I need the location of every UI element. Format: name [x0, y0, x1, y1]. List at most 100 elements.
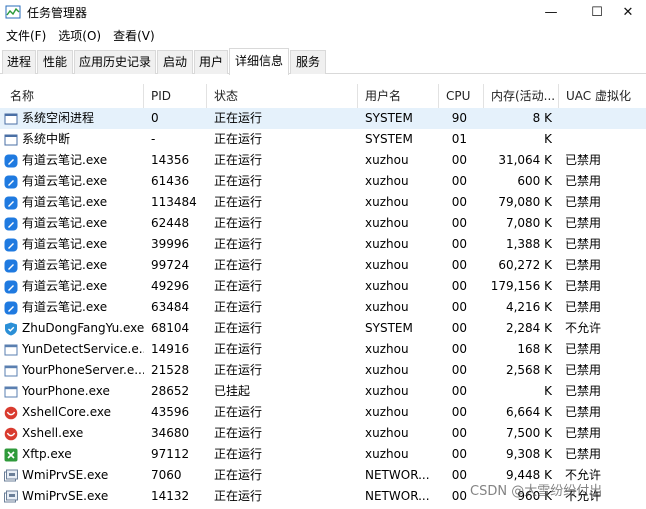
- process-status: 正在运行: [214, 468, 263, 482]
- process-username: xuzhou: [365, 363, 409, 377]
- app-window-icon: [4, 343, 18, 357]
- watermark: CSDN @大雪纷纷付出: [470, 484, 603, 499]
- process-uac: 已禁用: [565, 405, 602, 419]
- table-row[interactable]: 有道云笔记.exe 49296 正在运行 xuzhou 00 179,156 K 已禁用: [0, 276, 646, 297]
- process-status: 正在运行: [214, 363, 263, 377]
- process-name-cell: ZhuDongFangYu.exe: [4, 318, 144, 339]
- column-header-cpu[interactable]: CPU: [440, 84, 484, 108]
- process-cpu: 00: [451, 300, 467, 314]
- process-cpu: 00: [451, 279, 467, 293]
- process-name-cell: 有道云笔记.exe: [4, 234, 144, 255]
- column-header-memory[interactable]: 内存(活动...: [485, 84, 559, 108]
- process-username: SYSTEM: [365, 321, 413, 335]
- task-manager-icon: [5, 4, 21, 20]
- process-status: 正在运行: [214, 195, 263, 209]
- table-row[interactable]: YourPhoneServer.e... 21528 正在运行 xuzhou 00 2,5…: [0, 360, 646, 381]
- table-row[interactable]: XshellCore.exe 43596 正在运行 xuzhou 00 6,664 K 已禁…: [0, 402, 646, 423]
- minimize-button[interactable]: —: [528, 0, 574, 24]
- process-name: 有道云笔记.exe: [22, 216, 108, 230]
- process-name-cell: 有道云笔记.exe: [4, 276, 144, 297]
- process-cpu: 00: [451, 216, 467, 230]
- table-header: 名称 PID 状态 用户名 CPU 内存(活动... UAC 虚拟化: [0, 84, 646, 108]
- process-username: xuzhou: [365, 195, 409, 209]
- process-username: NETWOR...: [365, 468, 430, 482]
- process-pid: 34680: [151, 426, 190, 440]
- process-name: YourPhoneServer.e...: [22, 363, 144, 377]
- table-row[interactable]: Xshell.exe 34680 正在运行 xuzhou 00 7,500 K 已禁用: [0, 423, 646, 444]
- column-header-name[interactable]: 名称: [4, 84, 144, 108]
- close-button[interactable]: ✕: [610, 0, 646, 24]
- table-row[interactable]: YunDetectService.e... 14916 正在运行 xuzhou 00 16…: [0, 339, 646, 360]
- process-pid: 61436: [151, 174, 190, 188]
- process-name: 有道云笔记.exe: [22, 195, 108, 209]
- table-row[interactable]: 有道云笔记.exe 39996 正在运行 xuzhou 00 1,388 K 已禁用: [0, 234, 646, 255]
- process-name: 系统空闲进程: [22, 111, 95, 125]
- process-uac: 已禁用: [565, 237, 602, 251]
- process-pid: 49296: [151, 279, 190, 293]
- process-cpu: 00: [451, 195, 467, 209]
- process-pid: 113484: [151, 195, 197, 209]
- youdao-note-icon: [4, 175, 18, 189]
- process-username: xuzhou: [365, 405, 409, 419]
- wmi-icon: [4, 490, 18, 504]
- process-name: 有道云笔记.exe: [22, 237, 108, 251]
- xshell-icon: [4, 427, 18, 441]
- tab-app-history[interactable]: 应用历史记录: [74, 50, 156, 74]
- menu-view[interactable]: 查看(V): [107, 26, 161, 46]
- process-status: 正在运行: [214, 216, 263, 230]
- process-status: 正在运行: [214, 300, 263, 314]
- table-row[interactable]: 有道云笔记.exe 61436 正在运行 xuzhou 00 600 K 已禁用: [0, 171, 646, 192]
- table-row[interactable]: Xftp.exe 97112 正在运行 xuzhou 00 9,308 K 已禁用: [0, 444, 646, 465]
- column-header-pid[interactable]: PID: [145, 84, 207, 108]
- table-row[interactable]: 有道云笔记.exe 62448 正在运行 xuzhou 00 7,080 K 已禁用: [0, 213, 646, 234]
- process-memory: 79,080 K: [498, 195, 552, 209]
- table-row[interactable]: 有道云笔记.exe 14356 正在运行 xuzhou 00 31,064 K 已禁用: [0, 150, 646, 171]
- table-row[interactable]: ZhuDongFangYu.exe 68104 正在运行 SYSTEM 00 2,284 …: [0, 318, 646, 339]
- process-status: 正在运行: [214, 342, 263, 356]
- process-status: 正在运行: [214, 489, 263, 503]
- table-row[interactable]: 有道云笔记.exe 113484 正在运行 xuzhou 00 79,080 K 已禁用: [0, 192, 646, 213]
- tab-performance[interactable]: 性能: [37, 50, 73, 74]
- process-pid: 63484: [151, 300, 190, 314]
- process-name-cell: Xshell.exe: [4, 423, 144, 444]
- table-row[interactable]: 有道云笔记.exe 63484 正在运行 xuzhou 00 4,216 K 已禁用: [0, 297, 646, 318]
- tab-processes[interactable]: 进程: [2, 50, 36, 74]
- process-cpu: 00: [451, 384, 467, 398]
- process-memory: 600 K: [517, 174, 552, 188]
- youdao-note-icon: [4, 238, 18, 252]
- window-title: 任务管理器: [27, 5, 88, 20]
- process-memory: 2,284 K: [505, 321, 552, 335]
- menu-file[interactable]: 文件(F): [0, 26, 52, 46]
- column-header-status[interactable]: 状态: [208, 84, 358, 108]
- process-name-cell: 有道云笔记.exe: [4, 171, 144, 192]
- table-row[interactable]: 有道云笔记.exe 99724 正在运行 xuzhou 00 60,272 K 已禁用: [0, 255, 646, 276]
- process-cpu: 00: [451, 342, 467, 356]
- process-uac: 已禁用: [565, 342, 602, 356]
- process-name: 有道云笔记.exe: [22, 174, 108, 188]
- process-uac: [565, 108, 645, 129]
- tab-users[interactable]: 用户: [194, 50, 228, 74]
- process-status: 已挂起: [214, 384, 251, 398]
- process-status: 正在运行: [214, 426, 263, 440]
- table-row[interactable]: YourPhone.exe 28652 已挂起 xuzhou 00 K 已禁用: [0, 381, 646, 402]
- tab-startup[interactable]: 启动: [157, 50, 193, 74]
- tab-services[interactable]: 服务: [290, 50, 326, 74]
- tab-details[interactable]: 详细信息: [229, 48, 289, 75]
- table-row[interactable]: 系统空闲进程 0 正在运行 SYSTEM 90 8 K: [0, 108, 646, 129]
- column-header-uac[interactable]: UAC 虚拟化: [560, 84, 646, 108]
- process-memory: 168 K: [517, 342, 552, 356]
- process-uac: 已禁用: [565, 153, 602, 167]
- process-pid: 97112: [151, 447, 190, 461]
- table-row[interactable]: 系统中断 - 正在运行 SYSTEM 01 K: [0, 129, 646, 150]
- process-uac: [565, 129, 645, 150]
- process-status: 正在运行: [214, 237, 263, 251]
- process-username: xuzhou: [365, 279, 409, 293]
- process-cpu: 00: [451, 258, 467, 272]
- process-status: 正在运行: [214, 447, 263, 461]
- xshell-icon: [4, 406, 18, 420]
- system-idle-icon: [4, 112, 18, 126]
- process-username: xuzhou: [365, 300, 409, 314]
- process-cpu: 00: [451, 447, 467, 461]
- column-header-username[interactable]: 用户名: [359, 84, 439, 108]
- menu-options[interactable]: 选项(O): [52, 26, 107, 46]
